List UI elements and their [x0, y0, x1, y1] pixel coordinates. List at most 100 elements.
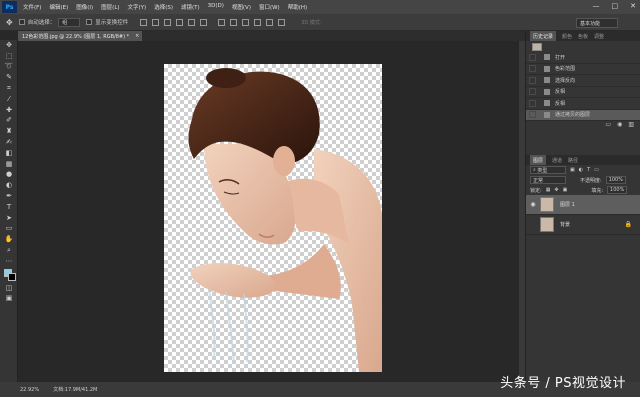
document-canvas[interactable]: [164, 64, 382, 372]
blur-tool-icon[interactable]: ●: [0, 170, 18, 181]
move-tool-icon[interactable]: ✥: [0, 40, 18, 51]
history-item[interactable]: 选择反向: [526, 75, 640, 87]
visibility-eye-icon[interactable]: ◉: [526, 201, 540, 208]
background-color-swatch[interactable]: [8, 272, 16, 281]
tab-channels[interactable]: 通道: [552, 157, 562, 164]
document-tab[interactable]: 12色彩范围.jpg @ 22.9% (图层 1, RGB/8#) * ×: [18, 31, 142, 41]
type-tool-icon[interactable]: T: [0, 202, 18, 213]
brush-tool-icon[interactable]: ✐: [0, 116, 18, 127]
hand-tool-icon[interactable]: ✋: [0, 234, 18, 245]
new-document-icon[interactable]: ▭: [605, 121, 611, 129]
history-checkbox: [529, 111, 536, 119]
blend-mode-dropdown[interactable]: 正常: [530, 176, 566, 184]
quick-mask-icon[interactable]: ◫: [0, 283, 18, 294]
history-item[interactable]: 色彩范围: [526, 64, 640, 75]
layer-row[interactable]: 背景 🔒: [526, 215, 640, 235]
align-bottom-icon[interactable]: [164, 18, 172, 26]
trash-icon[interactable]: ▥: [628, 121, 634, 129]
opacity-input[interactable]: 100%: [605, 176, 626, 184]
healing-brush-icon[interactable]: ✚: [0, 105, 18, 116]
layer-filter-label: 类型: [537, 167, 548, 174]
move-tool-icon[interactable]: ✥: [6, 18, 13, 27]
marquee-tool-icon[interactable]: ⬚: [0, 51, 18, 62]
distribute-icon[interactable]: [218, 18, 226, 26]
distribute-icon[interactable]: [230, 18, 238, 26]
menu-items: 文件(F) 编辑(E) 图像(I) 图层(L) 文字(Y) 选择(S) 滤镜(T…: [23, 3, 307, 11]
camera-icon[interactable]: ◉: [617, 121, 622, 129]
tab-history[interactable]: 历史记录: [530, 31, 557, 41]
close-button[interactable]: ✕: [630, 2, 636, 10]
workspace-dropdown[interactable]: 基本功能: [576, 18, 618, 28]
minimize-button[interactable]: —: [593, 2, 600, 10]
menu-window[interactable]: 窗口(W): [259, 3, 280, 11]
color-swatches: [0, 267, 17, 283]
menu-filter[interactable]: 滤镜(T): [181, 3, 200, 11]
eyedropper-tool-icon[interactable]: ⁄: [0, 94, 18, 105]
menu-select[interactable]: 选择(S): [154, 3, 173, 11]
show-transform-checkbox[interactable]: [86, 19, 93, 25]
align-right-icon[interactable]: [200, 18, 208, 26]
document-info[interactable]: 文档:17.9M/41.2M: [53, 386, 97, 393]
lasso-tool-icon[interactable]: ➰: [0, 62, 18, 73]
distribute-icon[interactable]: [278, 18, 286, 26]
filter-shape-icon[interactable]: ▭: [594, 167, 599, 173]
tab-layers[interactable]: 图层: [530, 155, 547, 165]
screen-mode-icon[interactable]: ▣: [0, 294, 18, 305]
menu-view[interactable]: 视图(V): [232, 3, 251, 11]
path-select-icon[interactable]: ➤: [0, 213, 18, 224]
maximize-button[interactable]: □: [612, 2, 619, 10]
menu-image[interactable]: 图像(I): [76, 3, 93, 11]
fill-input[interactable]: 100%: [607, 186, 628, 194]
layer-filter-dropdown[interactable]: ⌕ 类型: [530, 166, 566, 174]
history-checkbox: [529, 53, 536, 61]
history-item[interactable]: 反相: [526, 98, 640, 110]
history-item[interactable]: 打开: [526, 52, 640, 64]
distribute-icon[interactable]: [254, 18, 262, 26]
menu-edit[interactable]: 编辑(E): [49, 3, 68, 11]
history-item[interactable]: 反相: [526, 87, 640, 98]
tab-swatches[interactable]: 色板: [578, 33, 588, 40]
menu-type[interactable]: 文字(Y): [128, 3, 147, 11]
menu-3d[interactable]: 3D(D): [208, 3, 224, 11]
history-item-label: 反相: [555, 100, 566, 107]
distribute-icon[interactable]: [266, 18, 274, 26]
lock-label: 锁定:: [530, 187, 542, 194]
zoom-level[interactable]: 22.92%: [20, 387, 39, 393]
lock-all-icon[interactable]: ▣: [563, 187, 568, 193]
distribute-icon[interactable]: [242, 18, 250, 26]
crop-tool-icon[interactable]: ⌗: [0, 83, 18, 94]
lock-position-icon[interactable]: ✥: [554, 187, 558, 193]
clone-stamp-icon[interactable]: ♜: [0, 126, 18, 137]
align-top-icon[interactable]: [140, 18, 148, 26]
dodge-tool-icon[interactable]: ◐: [0, 180, 18, 191]
align-left-icon[interactable]: [176, 18, 184, 26]
history-snapshot[interactable]: [526, 41, 640, 52]
history-step-icon: [544, 77, 550, 84]
history-item-selected[interactable]: 通过拷贝的图层: [526, 109, 640, 121]
pen-tool-icon[interactable]: ✒: [0, 191, 18, 202]
tab-paths[interactable]: 路径: [568, 157, 578, 164]
menu-help[interactable]: 帮助(H): [288, 3, 307, 11]
menu-file[interactable]: 文件(F): [23, 3, 41, 11]
close-tab-icon[interactable]: ×: [135, 33, 139, 39]
history-brush-icon[interactable]: ✍: [0, 137, 18, 148]
eraser-tool-icon[interactable]: ◧: [0, 148, 18, 159]
tab-adjustments[interactable]: 调整: [594, 33, 604, 40]
lock-pixels-icon[interactable]: ▦: [546, 187, 551, 193]
zoom-tool-icon[interactable]: ⌕: [0, 245, 18, 256]
menu-layer[interactable]: 图层(L): [101, 3, 119, 11]
gradient-tool-icon[interactable]: ▦: [0, 159, 18, 170]
align-middle-icon[interactable]: [152, 18, 160, 26]
shape-tool-icon[interactable]: ▭: [0, 224, 18, 235]
auto-select-target-dropdown[interactable]: 组: [58, 17, 81, 27]
quick-select-tool-icon[interactable]: ✎: [0, 72, 18, 83]
filter-type-icon[interactable]: T: [587, 167, 590, 173]
more-tools-icon[interactable]: ⋯: [0, 256, 18, 267]
tab-color[interactable]: 颜色: [562, 33, 572, 40]
history-checkbox: [529, 76, 536, 84]
align-center-icon[interactable]: [188, 18, 196, 26]
filter-pixel-icon[interactable]: ▣: [570, 167, 575, 173]
layer-row[interactable]: ◉ 图层 1: [526, 195, 640, 215]
auto-select-checkbox[interactable]: [18, 19, 25, 25]
filter-adjust-icon[interactable]: ◐: [579, 167, 583, 173]
